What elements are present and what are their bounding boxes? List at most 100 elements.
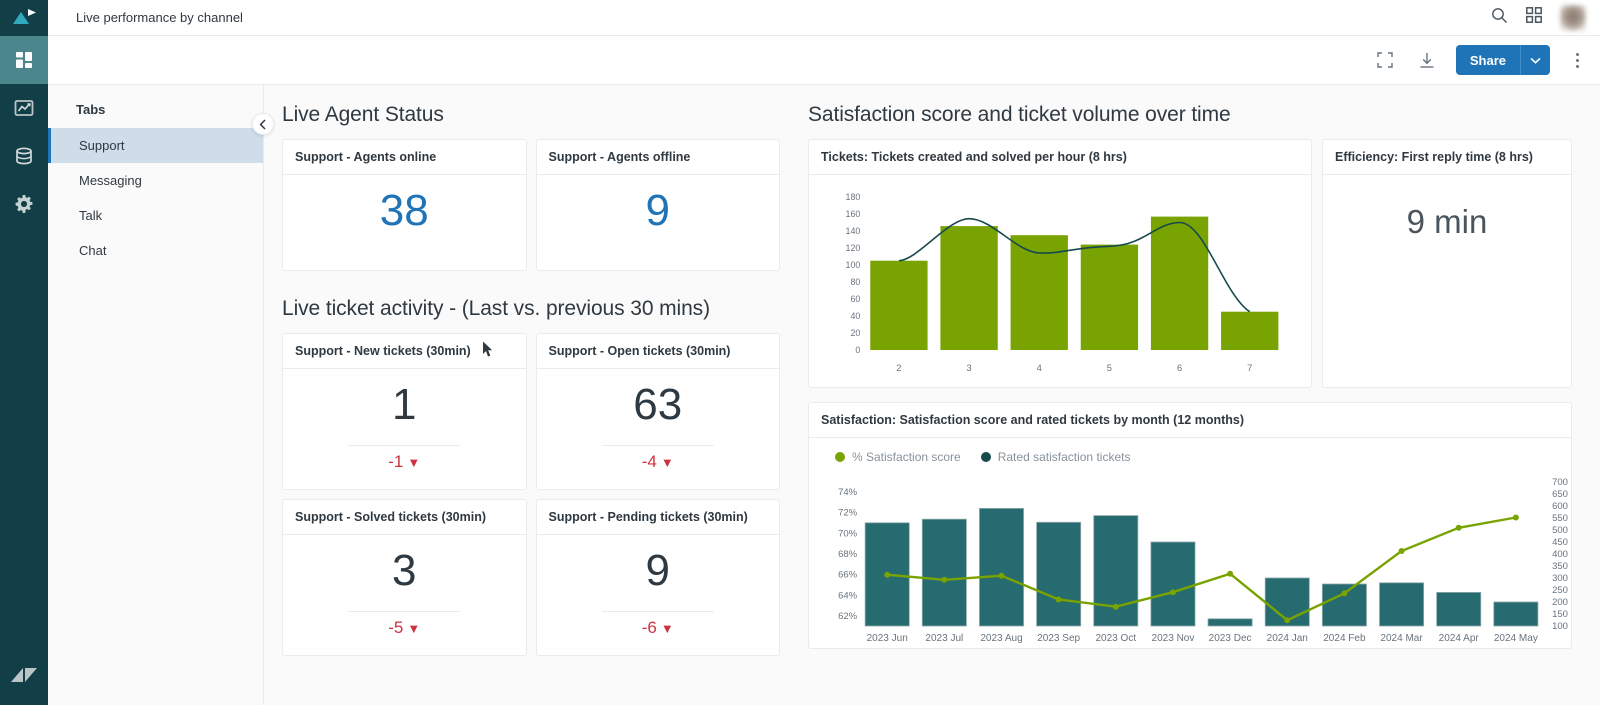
agent-status-card-row: Support - Agents online 38 Support - Age… bbox=[282, 139, 780, 271]
tab-label: Support bbox=[79, 138, 125, 153]
legend-item-rated-tickets[interactable]: Rated satisfaction tickets bbox=[980, 450, 1131, 464]
kpi-card-first-reply-time[interactable]: Efficiency: First reply time (8 hrs) 9 m… bbox=[1322, 139, 1572, 388]
legend-label: % Satisfaction score bbox=[852, 450, 961, 464]
right-axis-ticks: 700 650 600 550 500 450 400 350 300 250 … bbox=[1552, 477, 1568, 632]
svg-text:100: 100 bbox=[846, 260, 861, 270]
svg-text:2024 May: 2024 May bbox=[1494, 633, 1538, 644]
divider bbox=[601, 445, 714, 446]
avatar[interactable] bbox=[1560, 4, 1586, 31]
reports-chart-icon bbox=[14, 100, 34, 116]
svg-text:700: 700 bbox=[1552, 477, 1568, 488]
delta-value: -4 bbox=[641, 452, 657, 471]
download-icon[interactable] bbox=[1414, 47, 1440, 73]
kpi-value: 9 min bbox=[1406, 203, 1488, 240]
legend-label: Rated satisfaction tickets bbox=[997, 450, 1131, 464]
sidebar-item-reports[interactable] bbox=[0, 84, 48, 132]
chart-card-satisfaction-by-month[interactable]: Satisfaction: Satisfaction score and rat… bbox=[808, 402, 1572, 649]
sidebar-item-datasets[interactable] bbox=[0, 132, 48, 180]
right-column: Satisfaction score and ticket volume ove… bbox=[780, 85, 1600, 705]
card-title: Efficiency: First reply time (8 hrs) bbox=[1323, 140, 1571, 175]
expand-fullscreen-icon[interactable] bbox=[1372, 47, 1398, 73]
trend-down-icon: ▼ bbox=[660, 454, 674, 470]
trend-down-icon: ▼ bbox=[660, 620, 674, 636]
sidebar-item-talk[interactable]: Talk bbox=[48, 198, 263, 233]
share-button[interactable]: Share bbox=[1455, 45, 1520, 75]
search-icon[interactable] bbox=[1491, 7, 1508, 29]
product-rail bbox=[0, 0, 48, 705]
svg-text:80: 80 bbox=[850, 277, 860, 287]
tab-label: Messaging bbox=[79, 173, 142, 188]
grid-apps-icon[interactable] bbox=[1526, 7, 1542, 28]
svg-text:200: 200 bbox=[1552, 597, 1568, 608]
svg-text:40: 40 bbox=[850, 311, 860, 321]
svg-text:4: 4 bbox=[1037, 363, 1042, 374]
sidebar-item-support[interactable]: Support bbox=[48, 128, 263, 163]
app-root: Live performance by channel Share Tabs S… bbox=[0, 0, 1600, 705]
svg-text:60: 60 bbox=[850, 294, 860, 304]
share-dropdown-chevron-down-icon[interactable] bbox=[1520, 45, 1550, 75]
card-title: Support - Pending tickets (30min) bbox=[536, 500, 779, 535]
kpi-card-new-tickets[interactable]: Support - New tickets (30min) 1 -1 ▼ bbox=[282, 333, 527, 490]
svg-text:70%: 70% bbox=[838, 528, 858, 539]
kpi-value: 1 bbox=[392, 380, 417, 429]
sidebar-item-admin[interactable] bbox=[0, 180, 48, 228]
svg-text:2: 2 bbox=[896, 363, 901, 374]
svg-text:2023 Oct: 2023 Oct bbox=[1095, 633, 1136, 644]
ticket-activity-row-2: Support - Solved tickets (30min) 3 -5 ▼ bbox=[282, 499, 780, 656]
collapse-panel-chevron-left-icon[interactable] bbox=[252, 113, 274, 135]
sidebar-item-messaging[interactable]: Messaging bbox=[48, 163, 263, 198]
svg-text:6: 6 bbox=[1177, 363, 1182, 374]
card-title: Support - New tickets (30min) bbox=[283, 334, 526, 369]
svg-text:400: 400 bbox=[1552, 549, 1568, 560]
tabs-pane: Tabs Support Messaging Talk Chat bbox=[48, 85, 274, 705]
trend-down-icon: ▼ bbox=[407, 454, 421, 470]
top-bar: Live performance by channel bbox=[48, 0, 1600, 36]
kpi-card-agents-offline[interactable]: Support - Agents offline 9 bbox=[535, 139, 780, 271]
svg-text:550: 550 bbox=[1552, 513, 1568, 524]
bar-series-created bbox=[870, 216, 1279, 350]
section-title-satisfaction-volume: Satisfaction score and ticket volume ove… bbox=[808, 103, 1231, 126]
svg-text:68%: 68% bbox=[838, 549, 858, 560]
left-axis-ticks: 74% 72% 70% 68% 66% 64% 62% bbox=[838, 487, 858, 622]
tickets-per-hour-chart: 180 160 140 120 100 80 60 40 20 0 2 3 4 … bbox=[809, 175, 1311, 387]
kpi-delta: -5 ▼ bbox=[388, 618, 420, 638]
kpi-value: 9 bbox=[645, 546, 670, 595]
kpi-delta: -1 ▼ bbox=[388, 452, 420, 472]
bar-series-rated-tickets bbox=[864, 508, 1539, 627]
svg-text:2023 Jun: 2023 Jun bbox=[867, 633, 908, 644]
kpi-delta: -6 ▼ bbox=[642, 618, 674, 638]
kebab-menu-icon[interactable] bbox=[1566, 47, 1588, 73]
svg-text:2024 Jan: 2024 Jan bbox=[1267, 633, 1308, 644]
section-title-ticket-activity: Live ticket activity - (Last vs. previou… bbox=[282, 297, 710, 320]
card-body: 1 -1 ▼ bbox=[283, 369, 526, 489]
legend-swatch-icon bbox=[835, 452, 845, 462]
sidebar-item-chat[interactable]: Chat bbox=[48, 233, 263, 268]
svg-text:160: 160 bbox=[846, 209, 861, 219]
card-body: 9 bbox=[537, 175, 780, 270]
dashboard-canvas: Live Agent Status Support - Agents onlin… bbox=[264, 85, 1600, 705]
kpi-card-open-tickets[interactable]: Support - Open tickets (30min) 63 -4 ▼ bbox=[535, 333, 780, 490]
satisfaction-chart: 74% 72% 70% 68% 66% 64% 62% 700 650 600 … bbox=[809, 468, 1571, 648]
kpi-card-pending-tickets[interactable]: Support - Pending tickets (30min) 9 -6 ▼ bbox=[535, 499, 780, 656]
trend-down-icon: ▼ bbox=[407, 620, 421, 636]
chart-card-tickets-per-hour[interactable]: Tickets: Tickets created and solved per … bbox=[808, 139, 1312, 388]
legend-item-satisfaction-score[interactable]: % Satisfaction score bbox=[835, 450, 961, 464]
datasets-database-icon bbox=[16, 147, 32, 165]
zendesk-logo-icon bbox=[0, 645, 48, 705]
svg-text:500: 500 bbox=[1552, 525, 1568, 536]
card-title: Support - Agents offline bbox=[536, 140, 779, 175]
svg-text:2023 Dec: 2023 Dec bbox=[1209, 633, 1252, 644]
svg-text:2023 Sep: 2023 Sep bbox=[1037, 633, 1080, 644]
svg-text:2024 Apr: 2024 Apr bbox=[1439, 633, 1480, 644]
delta-value: -5 bbox=[388, 618, 404, 637]
svg-text:2023 Jul: 2023 Jul bbox=[925, 633, 963, 644]
kpi-card-solved-tickets[interactable]: Support - Solved tickets (30min) 3 -5 ▼ bbox=[282, 499, 527, 656]
kpi-value: 3 bbox=[392, 546, 417, 595]
svg-text:150: 150 bbox=[1552, 609, 1568, 620]
chart-legend: % Satisfaction score Rated satisfaction … bbox=[809, 438, 1571, 468]
svg-text:2023 Nov: 2023 Nov bbox=[1152, 633, 1195, 644]
svg-text:3: 3 bbox=[966, 363, 971, 374]
sidebar-item-dashboards[interactable] bbox=[0, 36, 48, 84]
kpi-card-agents-online[interactable]: Support - Agents online 38 bbox=[282, 139, 527, 271]
divider bbox=[348, 445, 461, 446]
